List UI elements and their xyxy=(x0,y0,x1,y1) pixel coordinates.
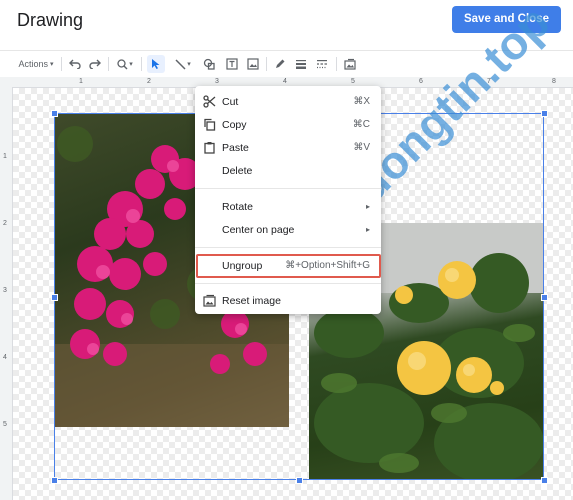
submenu-arrow-icon: ▸ xyxy=(365,202,370,211)
ruler-tick: 8 xyxy=(552,78,556,85)
image-button[interactable] xyxy=(245,55,261,73)
menu-divider xyxy=(195,283,381,284)
border-weight-button[interactable] xyxy=(293,55,309,73)
ruler-tick: 3 xyxy=(3,287,7,294)
menu-item-center-on-page[interactable]: Center on page ▸ xyxy=(195,219,381,241)
menu-divider xyxy=(195,188,381,189)
ruler-tick: 4 xyxy=(283,78,287,85)
border-dash-icon xyxy=(317,60,327,69)
ruler-tick: 5 xyxy=(351,78,355,85)
ruler-tick: 7 xyxy=(487,78,491,85)
redo-icon xyxy=(89,59,101,69)
ungroup-highlight-box xyxy=(196,254,381,278)
ruler-tick: 3 xyxy=(215,78,219,85)
ruler-tick: 4 xyxy=(3,354,7,361)
border-weight-icon xyxy=(296,60,306,69)
image-icon xyxy=(247,58,259,70)
menu-item-label: Cut xyxy=(222,96,239,108)
app-header: Drawing Save and Close xyxy=(0,0,573,45)
menu-divider xyxy=(195,247,381,248)
chevron-down-icon: ▾ xyxy=(129,61,133,68)
redo-button[interactable] xyxy=(87,55,103,73)
shape-icon xyxy=(203,58,215,70)
submenu-arrow-icon: ▸ xyxy=(365,225,370,234)
save-and-close-button[interactable]: Save and Close xyxy=(452,6,561,33)
menu-item-shortcut: ⌘V xyxy=(353,142,370,153)
undo-button[interactable] xyxy=(67,55,83,73)
border-dash-button[interactable] xyxy=(314,55,330,73)
page-title: Drawing xyxy=(17,10,84,30)
clipboard-icon xyxy=(204,142,215,154)
menu-item-shortcut: ⌘X xyxy=(353,96,370,107)
menu-item-label: Copy xyxy=(222,119,247,131)
line-icon xyxy=(175,58,186,70)
replace-image-icon xyxy=(344,58,356,70)
reset-image-icon xyxy=(203,294,216,307)
vertical-ruler: 1 2 3 4 5 xyxy=(0,87,13,500)
ruler-tick: 1 xyxy=(79,78,83,85)
zoom-icon xyxy=(117,58,128,69)
menu-item-rotate[interactable]: Rotate ▸ xyxy=(195,196,381,218)
menu-item-paste[interactable]: Paste ⌘V xyxy=(195,137,381,159)
chevron-down-icon: ▾ xyxy=(187,61,191,68)
ruler-tick: 2 xyxy=(147,78,151,85)
toolbar-divider xyxy=(61,57,62,71)
scissors-icon xyxy=(203,95,216,108)
actions-label: Actions xyxy=(18,59,48,69)
menu-item-label: Paste xyxy=(222,142,249,154)
menu-item-label: Rotate xyxy=(222,201,253,213)
chevron-down-icon: ▾ xyxy=(50,61,54,68)
resize-handle[interactable] xyxy=(51,477,58,484)
text-box-button[interactable] xyxy=(224,55,240,73)
ruler-tick: 1 xyxy=(3,153,7,160)
menu-item-shortcut: ⌘C xyxy=(352,119,370,130)
toolbar-divider xyxy=(108,57,109,71)
menu-item-reset-image[interactable]: Reset image xyxy=(195,290,381,312)
menu-item-copy[interactable]: Copy ⌘C xyxy=(195,114,381,136)
menu-item-label: Delete xyxy=(222,165,253,177)
resize-handle[interactable] xyxy=(541,294,548,301)
resize-handle[interactable] xyxy=(296,477,303,484)
toolbar: Actions ▾ ▾ ▾ xyxy=(0,50,573,77)
pen-icon xyxy=(276,59,285,68)
text-box-icon xyxy=(226,58,238,70)
cursor-icon xyxy=(152,59,160,69)
menu-item-label: Reset image xyxy=(222,295,281,307)
pen-button[interactable] xyxy=(272,55,288,73)
context-menu: Cut ⌘X Copy ⌘C Paste ⌘V Delete Rotate ▸ … xyxy=(195,86,381,314)
replace-image-button[interactable] xyxy=(342,55,358,73)
menu-item-cut[interactable]: Cut ⌘X xyxy=(195,91,381,113)
resize-handle[interactable] xyxy=(541,110,548,117)
resize-handle[interactable] xyxy=(51,294,58,301)
resize-handle[interactable] xyxy=(541,477,548,484)
resize-handle[interactable] xyxy=(51,110,58,117)
ruler-tick: 5 xyxy=(3,421,7,428)
menu-item-delete[interactable]: Delete xyxy=(195,160,381,182)
actions-menu-button[interactable]: Actions ▾ xyxy=(16,55,56,73)
line-tool-button[interactable]: ▾ xyxy=(170,55,196,73)
ruler-tick: 6 xyxy=(419,78,423,85)
zoom-button[interactable]: ▾ xyxy=(113,55,137,73)
menu-item-label: Center on page xyxy=(222,224,295,236)
ruler-tick: 2 xyxy=(3,220,7,227)
select-tool-button[interactable] xyxy=(147,55,165,73)
undo-icon xyxy=(69,59,81,69)
shape-tool-button[interactable] xyxy=(201,55,217,73)
toolbar-divider xyxy=(141,57,142,71)
copy-icon xyxy=(204,118,216,131)
toolbar-divider xyxy=(336,57,337,71)
toolbar-divider xyxy=(266,57,267,71)
